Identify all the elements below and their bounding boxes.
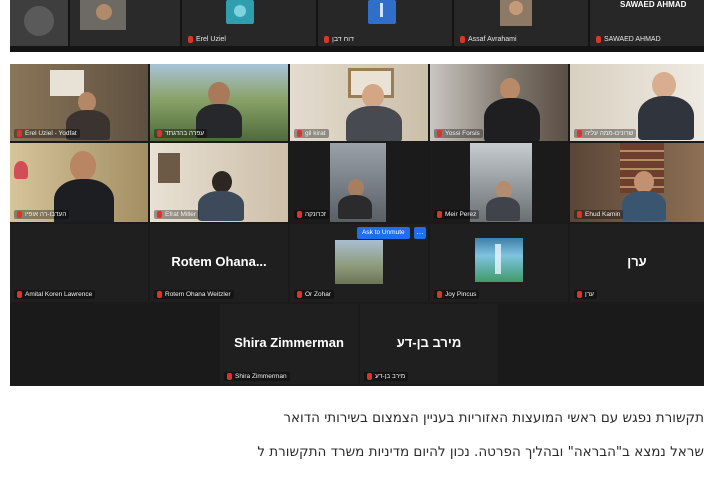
mic-muted-icon [437, 291, 442, 298]
display-name-large: Shira Zimmerman [234, 335, 344, 350]
participant-name: SAWAED AHMAD [596, 36, 661, 43]
profile-avatar [226, 0, 254, 24]
mic-muted-icon [17, 130, 22, 137]
display-name-large: Rotem Ohana... [171, 254, 267, 269]
participant-name: Erel Uziel [188, 36, 226, 43]
video-off-tile[interactable]: Shira Zimmerman Shira Zimmerman [220, 304, 358, 384]
video-off-tile[interactable]: Rotem Ohana... Rotem Ohana Weitzler [150, 224, 288, 302]
video-tile[interactable]: זכרונקה [290, 143, 428, 222]
top-tile-1 [10, 0, 68, 46]
video-tile[interactable]: gil kirat [290, 64, 428, 141]
mic-muted-icon [297, 291, 302, 298]
participant-name: דוח דבן [324, 36, 354, 43]
video-gallery: Erel Uziel - Yodfat עפרה בהדגתד gil kira… [10, 64, 704, 386]
top-tile-6: SAWAED AHMAD SAWAED AHMAD [590, 0, 704, 46]
mic-muted-icon [367, 373, 372, 380]
shelf [158, 153, 180, 183]
video-tile[interactable]: Efrat Miller [150, 143, 288, 222]
participant-name: ערן [574, 290, 597, 299]
participant-name: Meir Perez [434, 210, 480, 219]
participant-name: Or Zohar [294, 290, 335, 299]
article-line-2: שראל נמצא ב"הבראה" ובהליך הפרטה. נכון לה… [257, 444, 704, 460]
display-name-large: ערן [627, 254, 647, 269]
participant-name: Ehud Kamin [574, 210, 624, 219]
mic-muted-icon [577, 211, 582, 218]
mic-muted-icon [596, 36, 601, 43]
video-tile[interactable]: עפרה בהדגתד [150, 64, 288, 141]
top-tile-5: Assaf Avrahami [454, 0, 588, 46]
mic-muted-icon [17, 211, 22, 218]
mic-muted-icon [157, 130, 162, 137]
mic-muted-icon [324, 36, 329, 43]
banner-text: SAWAED AHMAD [620, 0, 687, 9]
profile-avatar [368, 0, 396, 24]
participant-name: זכרונקה [294, 210, 329, 219]
participant-name: Shira Zimmerman [224, 372, 290, 381]
video-tile[interactable]: Joy Pincus [430, 224, 568, 302]
participant-avatar [24, 6, 54, 36]
window-frame [50, 70, 84, 96]
mic-muted-icon [297, 130, 302, 137]
participant-name: שרונים-ממה עליה [574, 129, 637, 138]
participant-face [96, 4, 112, 20]
mic-muted-icon [157, 291, 162, 298]
participant-name: gil kirat [294, 129, 329, 138]
video-tile[interactable]: Meir Perez [430, 143, 568, 222]
previous-gallery-strip: Erel Uziel דוח דבן Assaf Avrahami SAWAED… [10, 0, 704, 52]
participant-name: Erel Uziel - Yodfat [14, 129, 80, 138]
top-tile-2 [70, 0, 180, 46]
page: Erel Uziel דוח דבן Assaf Avrahami SAWAED… [0, 0, 704, 496]
video-tile[interactable]: Ehud Kamin [570, 143, 704, 222]
mic-muted-icon [17, 291, 22, 298]
flower-decoration [14, 161, 28, 179]
article-line-1: תקשורת נפגש עם ראשי המועצות האזוריות בענ… [283, 410, 704, 426]
active-speaker-tile[interactable]: העדבו-רה אופיו [10, 143, 148, 222]
display-name-large: מירב בן-דע [396, 335, 462, 350]
more-options-button[interactable]: … [414, 227, 426, 239]
ask-to-unmute-button[interactable]: Ask to Unmute [357, 227, 410, 239]
mic-muted-icon [460, 36, 465, 43]
participant-name: עפרה בהדגתד [154, 129, 208, 138]
participant-name: העדבו-רה אופיו [14, 210, 70, 219]
mic-muted-icon [297, 211, 302, 218]
participant-name: Yossi Forsis [434, 129, 483, 138]
mic-muted-icon [577, 291, 582, 298]
mic-muted-icon [437, 211, 442, 218]
profile-photo [475, 238, 523, 282]
mic-muted-icon [157, 211, 162, 218]
participant-name: Rotem Ohana Weitzler [154, 290, 234, 299]
video-tile[interactable]: Yossi Forsis [430, 64, 568, 141]
participant-name: Joy Pincus [434, 290, 480, 299]
video-off-tile[interactable]: Amital Koren Lawrence [10, 224, 148, 302]
profile-photo [335, 240, 383, 284]
video-off-tile[interactable]: ערן ערן [570, 224, 704, 302]
participant-name: Assaf Avrahami [460, 36, 517, 43]
top-tile-3: Erel Uziel [182, 0, 316, 46]
top-tile-4: דוח דבן [318, 0, 452, 46]
mic-muted-icon [577, 130, 582, 137]
participant-name: מירב בן-דע [364, 372, 409, 381]
participant-name: Efrat Miller [154, 210, 200, 219]
mic-muted-icon [437, 130, 442, 137]
participant-name: Amital Koren Lawrence [14, 290, 96, 299]
video-tile[interactable]: Erel Uziel - Yodfat [10, 64, 148, 141]
participant-face [509, 1, 523, 15]
mic-muted-icon [227, 373, 232, 380]
video-tile[interactable]: שרונים-ממה עליה [570, 64, 704, 141]
mic-muted-icon [188, 36, 193, 43]
video-off-tile[interactable]: מירב בן-דע מירב בן-דע [360, 304, 498, 384]
